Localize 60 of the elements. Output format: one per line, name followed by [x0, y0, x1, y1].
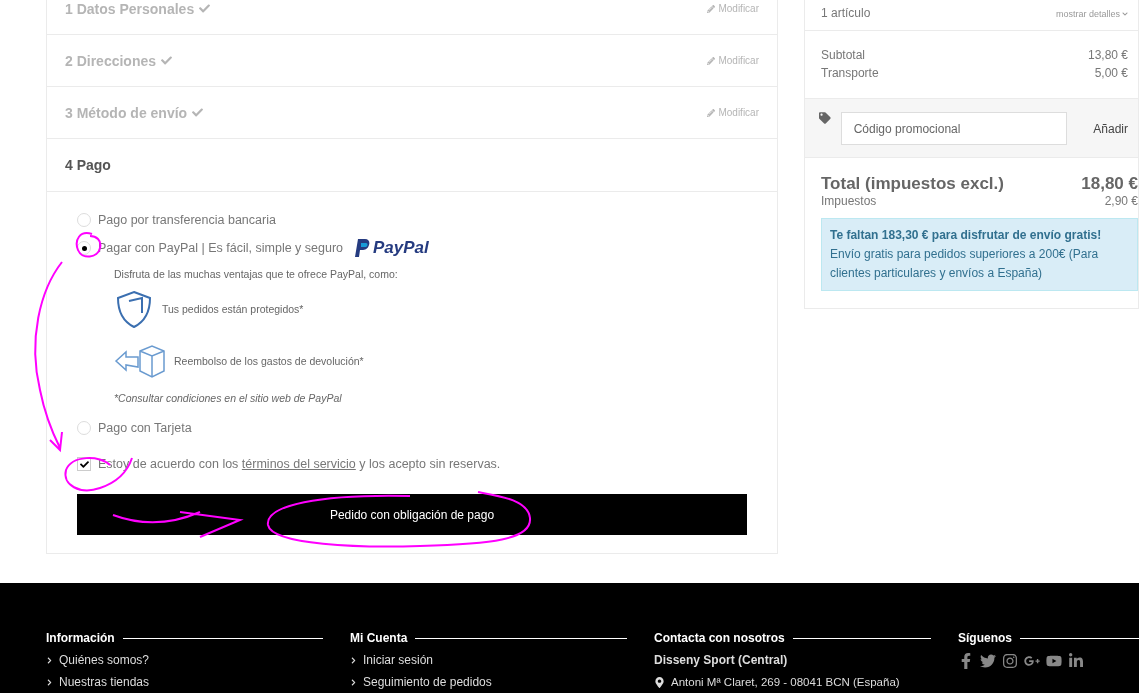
shield-icon: [114, 289, 154, 329]
radio-button[interactable]: [77, 421, 91, 435]
company-name: Disseny Sport (Central): [654, 653, 789, 667]
benefit-text: Reembolso de los gastos de devolución*: [174, 355, 364, 367]
footer-link[interactable]: Seguimiento de pedidos: [350, 675, 627, 689]
footer-link[interactable]: Quiénes somos?: [46, 653, 323, 667]
notice-text: Envío gratis para pedidos superiores a 200€ (Para clientes particulares y envíos a España): [830, 246, 1100, 282]
tag-icon: [819, 112, 831, 124]
footer-link[interactable]: Iniciar sesión: [350, 653, 627, 667]
step-title: 3 Método de envío: [65, 104, 204, 121]
promo-code-field[interactable]: Código promocional: [840, 112, 1068, 145]
paypal-intro-text: Disfruta de las muchas ventajas que te ofrece PayPal, como:: [114, 268, 399, 280]
chevron-right-icon: [46, 656, 53, 664]
total-value: 18,80 €: [1081, 174, 1138, 194]
google-plus-icon[interactable]: [1024, 653, 1040, 669]
benefit-text: Tus pedidos están protegidos*: [162, 303, 304, 315]
check-icon: [192, 107, 204, 118]
summary-value: 13,80 €: [1087, 47, 1128, 64]
taxes-value: 2,90 €: [1104, 194, 1138, 208]
linkedin-icon[interactable]: [1068, 653, 1084, 669]
box-return-icon: [114, 343, 166, 379]
footer-heading: Contacta con nosotros: [654, 631, 785, 645]
chevron-right-icon: [350, 678, 357, 686]
chevron-right-icon: [350, 656, 357, 664]
terms-link[interactable]: términos del servicio: [241, 457, 356, 471]
instagram-icon[interactable]: [1002, 653, 1018, 669]
notice-title: Te faltan 183,30 € para disfrutar de envío gratis!: [830, 227, 1103, 244]
payment-option-label[interactable]: Pago por transferencia bancaria: [98, 213, 276, 227]
footer-heading: Síguenos: [958, 631, 1012, 645]
step-title: 2 Direcciones: [65, 52, 173, 69]
details-toggle[interactable]: mostrar detalles: [1055, 9, 1128, 19]
step-title: 4 Pago: [65, 157, 111, 173]
radio-button[interactable]: [77, 213, 91, 227]
footer-link[interactable]: Nuestras tiendas: [46, 675, 323, 689]
chevron-right-icon: [46, 678, 53, 686]
check-icon: [161, 55, 173, 66]
twitter-icon[interactable]: [980, 653, 996, 669]
pencil-icon: [707, 4, 716, 13]
step-title: 1 Datos Personales: [65, 0, 211, 17]
item-count: 1 artículo: [821, 6, 871, 20]
summary-label: Subtotal: [821, 47, 866, 64]
pencil-icon: [707, 56, 716, 65]
pencil-icon: [707, 108, 716, 117]
youtube-icon[interactable]: [1046, 653, 1062, 669]
location-pin-icon: [654, 676, 665, 688]
checkout-step-header[interactable]: 4 Pago: [46, 138, 778, 191]
add-promo-button[interactable]: Añadir: [1077, 121, 1128, 136]
chevron-down-icon: [1122, 11, 1128, 17]
paypal-logo: PayPal: [354, 238, 429, 258]
paypal-note: *Consultar condiciones en el sitio web de PayPal: [114, 392, 343, 404]
place-order-button[interactable]: Pedido con obligación de pago: [77, 494, 747, 535]
total-label: Total (impuestos excl.): [821, 174, 1004, 194]
address-text: Antoni Mª Claret, 269 - 08041 BCN (España): [671, 675, 900, 689]
summary-value: 5,00 €: [1094, 65, 1128, 82]
payment-option-label[interactable]: Pago con Tarjeta: [98, 421, 192, 435]
check-icon: [199, 3, 211, 14]
footer-heading: Información: [46, 631, 115, 645]
summary-label: Transporte: [821, 65, 879, 82]
taxes-label: Impuestos: [821, 194, 877, 208]
footer-heading: Mi Cuenta: [350, 631, 408, 645]
